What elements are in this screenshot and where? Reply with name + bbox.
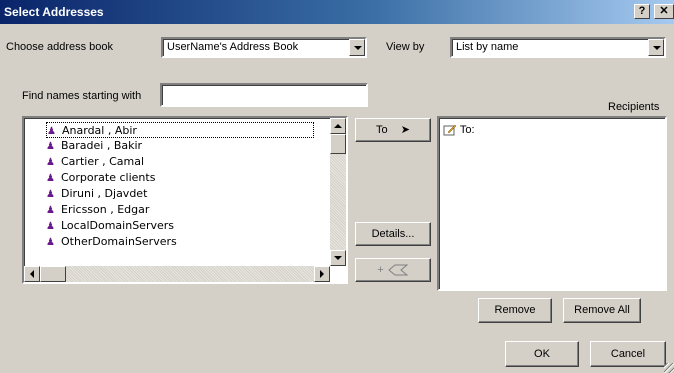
to-button[interactable]: To ➤ bbox=[355, 118, 431, 142]
chevron-down-icon[interactable] bbox=[648, 39, 664, 56]
horizontal-scrollbar[interactable] bbox=[24, 266, 330, 282]
scroll-right-icon[interactable] bbox=[314, 266, 330, 282]
to-label: To: bbox=[459, 124, 475, 136]
close-button[interactable]: ✕ bbox=[654, 4, 674, 19]
help-button[interactable]: ? bbox=[634, 4, 650, 19]
window-title: Select Addresses bbox=[4, 5, 104, 19]
group-icon: ♟ bbox=[46, 221, 55, 232]
chevron-down-icon[interactable] bbox=[349, 39, 365, 56]
note-pencil-icon bbox=[443, 124, 457, 136]
hscroll-thumb[interactable] bbox=[40, 266, 66, 282]
find-names-input[interactable] bbox=[160, 83, 368, 107]
vertical-scrollbar[interactable] bbox=[330, 118, 346, 266]
resize-grip-icon[interactable] bbox=[664, 363, 674, 373]
list-item[interactable]: ♟ OtherDomainServers bbox=[46, 234, 177, 250]
add-contact-icon bbox=[387, 264, 409, 276]
user-icon: ♟ bbox=[46, 205, 55, 216]
address-book-value: UserName's Address Book bbox=[167, 41, 299, 53]
user-icon: ♟ bbox=[46, 141, 55, 152]
close-icon: ✕ bbox=[659, 5, 669, 17]
user-icon: ♟ bbox=[46, 189, 55, 200]
group-icon: ♟ bbox=[46, 237, 55, 248]
list-item[interactable]: ♟ Ericsson , Edgar bbox=[46, 202, 149, 218]
remove-all-button[interactable]: Remove All bbox=[563, 298, 641, 323]
select-addresses-dialog: Select Addresses ? ✕ Choose address book… bbox=[0, 0, 674, 373]
scroll-thumb[interactable] bbox=[330, 134, 346, 154]
cancel-button[interactable]: Cancel bbox=[590, 341, 666, 367]
details-button[interactable]: Details... bbox=[355, 222, 431, 246]
add-contact-button[interactable]: + bbox=[355, 258, 431, 282]
scroll-up-icon[interactable] bbox=[330, 118, 346, 134]
recipients-list[interactable]: To: bbox=[437, 116, 667, 291]
ok-button[interactable]: OK bbox=[505, 341, 579, 367]
to-recipients-row[interactable]: To: bbox=[443, 122, 475, 138]
list-item[interactable]: ♟ Cartier , Camal bbox=[46, 154, 144, 170]
user-icon: ♟ bbox=[46, 157, 55, 168]
arrow-right-icon: ➤ bbox=[400, 124, 410, 136]
list-item[interactable]: ♟ Diruni , Djavdet bbox=[46, 186, 147, 202]
view-by-value: List by name bbox=[456, 41, 519, 53]
address-book-label: Choose address book bbox=[6, 41, 114, 53]
view-by-select[interactable]: List by name bbox=[450, 37, 666, 58]
find-names-label: Find names starting with bbox=[22, 90, 142, 102]
scroll-down-icon[interactable] bbox=[330, 250, 346, 266]
recipients-label: Recipients bbox=[608, 101, 660, 113]
list-item[interactable]: ♟ Anardal , Abir bbox=[46, 122, 314, 138]
list-item[interactable]: ♟ Corporate clients bbox=[46, 170, 155, 186]
list-item[interactable]: ♟ Baradei , Bakir bbox=[46, 138, 142, 154]
scroll-left-icon[interactable] bbox=[24, 266, 40, 282]
title-bar: Select Addresses ? ✕ bbox=[0, 0, 674, 24]
names-list[interactable]: ♟ Anardal , Abir ♟ Baradei , Bakir ♟ Cartie… bbox=[22, 116, 348, 284]
view-by-label: View by bbox=[386, 41, 425, 53]
list-item[interactable]: ♟ LocalDomainServers bbox=[46, 218, 174, 234]
group-icon: ♟ bbox=[46, 173, 55, 184]
remove-button[interactable]: Remove bbox=[478, 298, 552, 323]
address-book-select[interactable]: UserName's Address Book bbox=[161, 37, 367, 58]
